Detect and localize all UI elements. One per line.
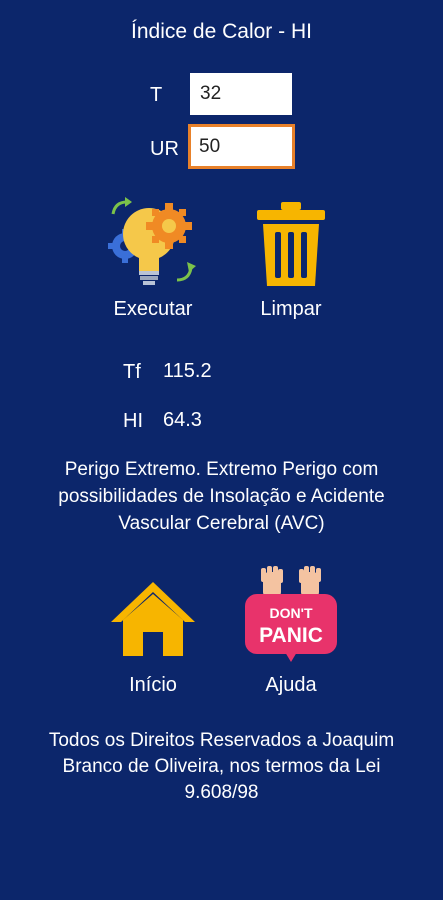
- dont-panic-line1: DON'T: [270, 605, 313, 621]
- tf-label: Tf: [123, 361, 141, 383]
- help-label: Ajuda: [265, 674, 317, 696]
- execute-label: Executar: [113, 298, 193, 320]
- clear-label: Limpar: [260, 298, 322, 320]
- dont-panic-icon: DON'T PANIC: [245, 566, 337, 662]
- home-button[interactable]: Início: [83, 576, 223, 700]
- dont-panic-line2: PANIC: [259, 624, 323, 647]
- help-button[interactable]: DON'T PANIC Ajuda: [221, 566, 361, 700]
- hi-value: 64.3: [163, 409, 202, 431]
- ur-label: UR: [150, 138, 179, 160]
- execute-button[interactable]: Executar: [83, 196, 223, 326]
- tf-value: 115.2: [163, 360, 212, 382]
- t-label: T: [150, 84, 163, 106]
- trash-icon: [257, 202, 325, 286]
- clear-button[interactable]: Limpar: [221, 196, 361, 326]
- copyright-footer: Todos os Direitos Reservados a Joaquim B…: [48, 730, 395, 803]
- hi-label: HI: [123, 410, 143, 432]
- risk-message: Perigo Extremo. Extremo Perigo com possi…: [58, 459, 385, 534]
- home-label: Início: [129, 674, 177, 696]
- temperature-input[interactable]: [190, 73, 292, 115]
- humidity-input[interactable]: [188, 124, 295, 169]
- home-icon: [111, 582, 195, 656]
- lightbulb-gears-icon: [108, 197, 196, 285]
- page-title: Índice de Calor - HI: [131, 20, 312, 43]
